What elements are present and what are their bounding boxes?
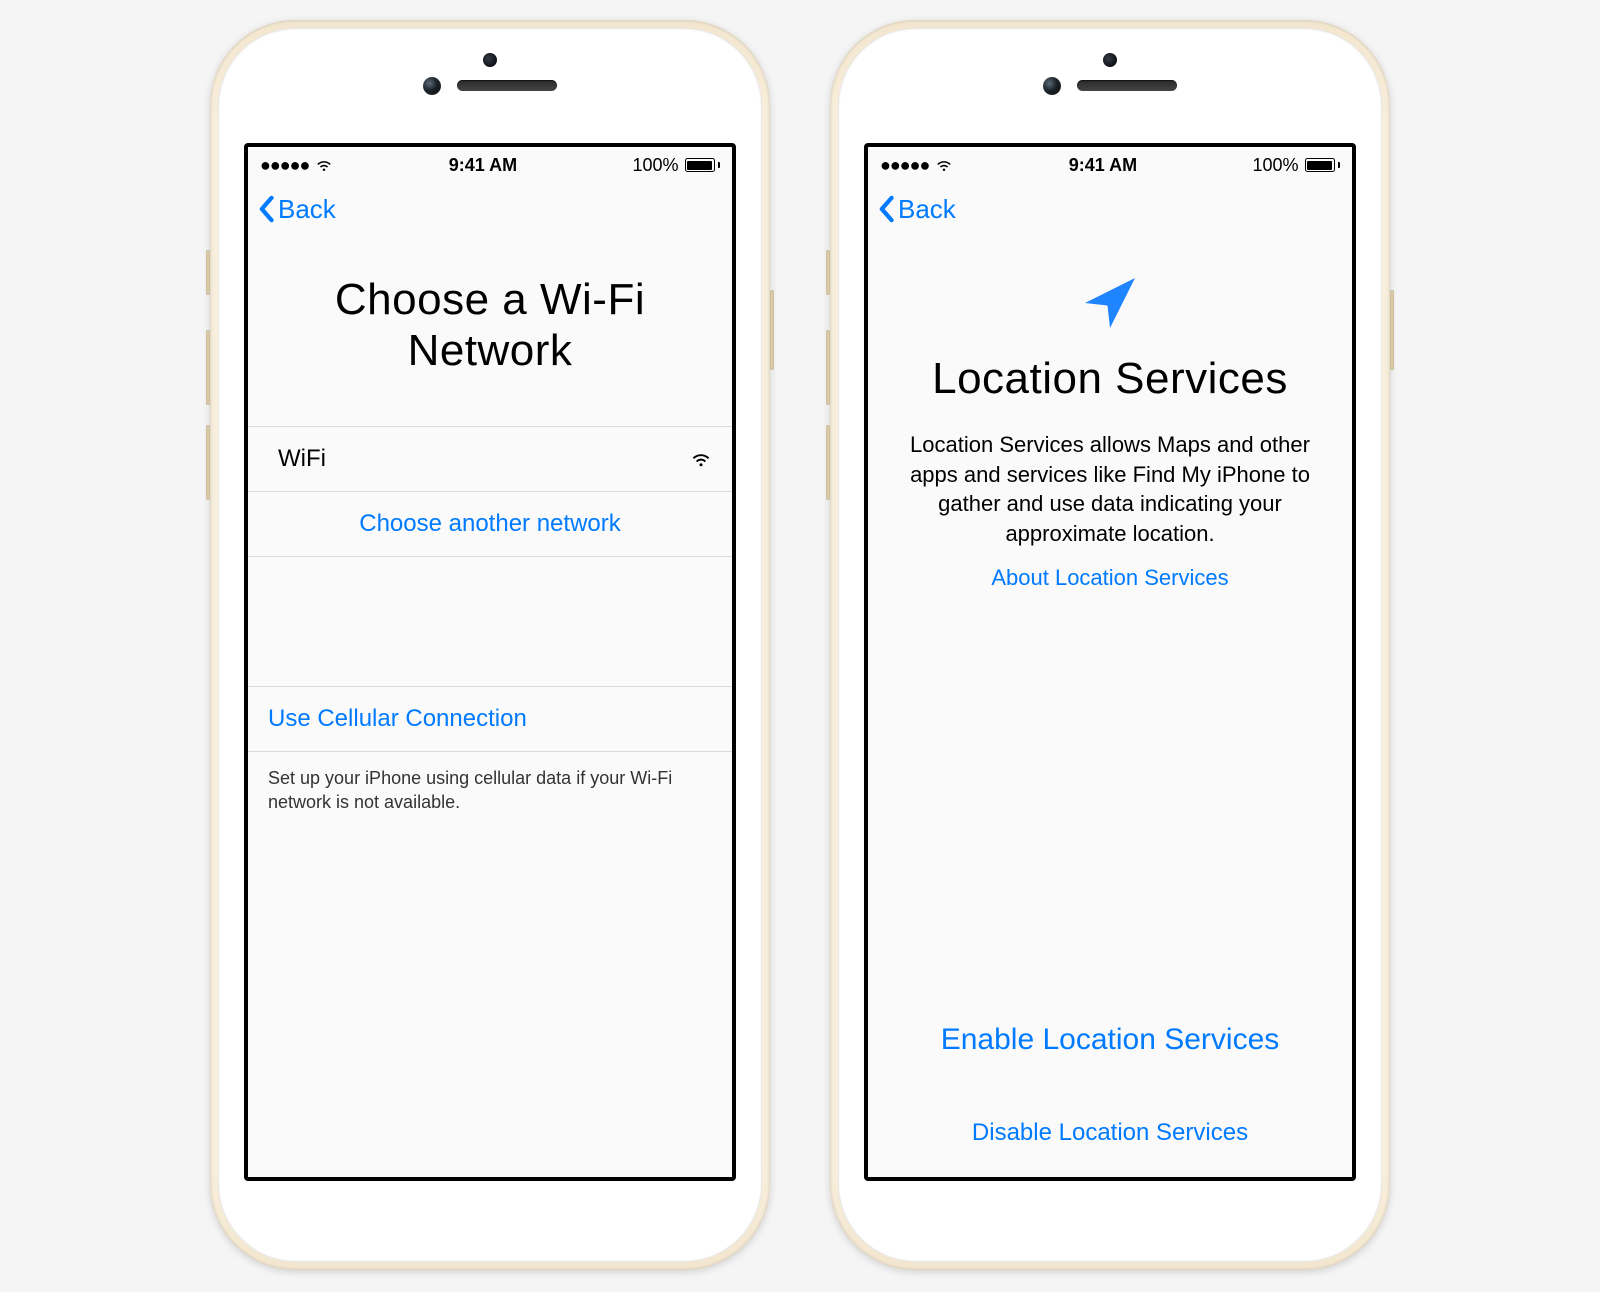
battery-icon xyxy=(685,158,721,172)
disable-location-button[interactable]: Disable Location Services xyxy=(868,1079,1352,1177)
page-title: Choose a Wi-Fi Network xyxy=(248,235,732,426)
wifi-network-name: WiFi xyxy=(278,445,326,473)
power-button xyxy=(1390,290,1394,370)
page-title: Location Services xyxy=(868,344,1352,430)
volume-up-button xyxy=(826,330,830,405)
battery-percentage: 100% xyxy=(632,155,678,176)
phone-top-hardware xyxy=(838,28,1382,143)
phone-frame-wifi: ●●●●● 9:41 AM 100% xyxy=(210,20,770,1270)
location-arrow-icon xyxy=(868,235,1352,344)
volume-down-button xyxy=(206,425,210,500)
phone-frame-location: ●●●●● 9:41 AM 100% xyxy=(830,20,1390,1270)
status-time: 9:41 AM xyxy=(449,155,517,176)
nav-bar: Back xyxy=(868,183,1352,235)
battery-icon xyxy=(1305,158,1341,172)
status-time: 9:41 AM xyxy=(1069,155,1137,176)
back-button[interactable]: Back xyxy=(876,194,956,225)
enable-location-button[interactable]: Enable Location Services xyxy=(868,1001,1352,1079)
power-button xyxy=(770,290,774,370)
wifi-icon xyxy=(315,156,333,174)
wifi-signal-icon xyxy=(690,448,712,470)
front-camera xyxy=(1043,77,1061,95)
proximity-sensor xyxy=(483,53,497,67)
mute-switch xyxy=(826,250,830,295)
phone-inner: ●●●●● 9:41 AM 100% xyxy=(838,28,1382,1262)
chevron-left-icon xyxy=(256,195,276,223)
phone-inner: ●●●●● 9:41 AM 100% xyxy=(218,28,762,1262)
cellular-help-text: Set up your iPhone using cellular data i… xyxy=(248,752,732,829)
signal-dots-icon: ●●●●● xyxy=(880,155,929,176)
status-bar: ●●●●● 9:41 AM 100% xyxy=(868,147,1352,183)
wifi-icon xyxy=(935,156,953,174)
battery-percentage: 100% xyxy=(1252,155,1298,176)
earpiece-speaker xyxy=(457,80,557,91)
nav-bar: Back xyxy=(248,183,732,235)
wifi-content: Choose a Wi-Fi Network WiFi Choose anoth… xyxy=(248,235,732,1177)
back-label: Back xyxy=(278,194,336,225)
volume-up-button xyxy=(206,330,210,405)
location-content: Location Services Location Services allo… xyxy=(868,235,1352,1177)
about-location-services-link[interactable]: About Location Services xyxy=(868,549,1352,591)
screen: ●●●●● 9:41 AM 100% xyxy=(864,143,1356,1181)
chevron-left-icon xyxy=(876,195,896,223)
signal-dots-icon: ●●●●● xyxy=(260,155,309,176)
wifi-network-row[interactable]: WiFi xyxy=(248,426,732,491)
status-bar: ●●●●● 9:41 AM 100% xyxy=(248,147,732,183)
phone-top-hardware xyxy=(218,28,762,143)
earpiece-speaker xyxy=(1077,80,1177,91)
back-label: Back xyxy=(898,194,956,225)
section-gap xyxy=(248,556,732,686)
back-button[interactable]: Back xyxy=(256,194,336,225)
mute-switch xyxy=(206,250,210,295)
location-description: Location Services allows Maps and other … xyxy=(868,430,1352,549)
spacer xyxy=(868,591,1352,1001)
front-camera xyxy=(423,77,441,95)
proximity-sensor xyxy=(1103,53,1117,67)
screen: ●●●●● 9:41 AM 100% xyxy=(244,143,736,1181)
volume-down-button xyxy=(826,425,830,500)
use-cellular-button[interactable]: Use Cellular Connection xyxy=(248,686,732,752)
choose-another-network-button[interactable]: Choose another network xyxy=(248,491,732,556)
